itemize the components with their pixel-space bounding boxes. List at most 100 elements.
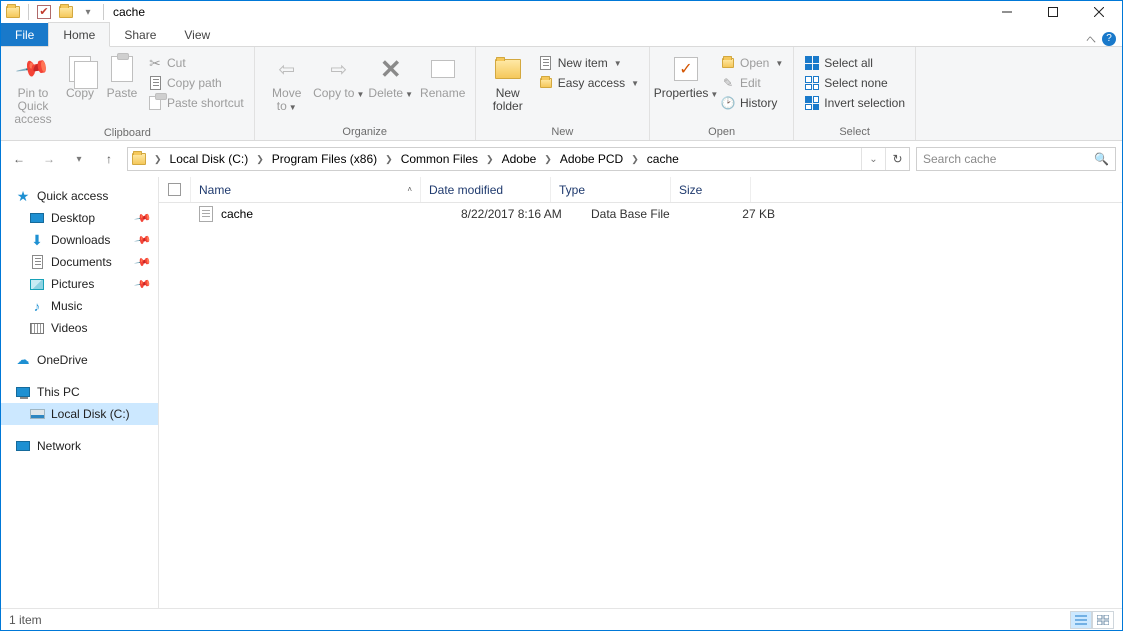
invert-selection-button[interactable]: Invert selection	[800, 93, 909, 113]
open-button[interactable]: Open▼	[716, 53, 787, 73]
qat-properties-icon[interactable]: ✔	[34, 2, 54, 22]
scissors-icon: ✂	[147, 55, 163, 71]
tab-share[interactable]: Share	[110, 23, 170, 46]
paste-icon	[111, 56, 133, 82]
documents-icon	[29, 254, 45, 270]
delete-button[interactable]: ✕ Delete▼	[365, 49, 417, 101]
column-type[interactable]: Type	[551, 177, 671, 202]
copy-to-button[interactable]: ⇨ Copy to▼	[313, 49, 365, 101]
edit-button[interactable]: ✎Edit	[716, 73, 787, 93]
breadcrumb-segment[interactable]: Program Files (x86)	[268, 148, 381, 170]
address-dropdown-button[interactable]: ⌄	[861, 148, 885, 170]
copy-path-icon	[147, 75, 163, 91]
chevron-right-icon[interactable]: ❯	[540, 154, 556, 165]
new-folder-button[interactable]: New folder	[482, 49, 534, 113]
tree-videos[interactable]: Videos	[1, 317, 158, 339]
folder-icon	[132, 153, 146, 165]
cut-button[interactable]: ✂Cut	[143, 53, 248, 73]
group-label-open: Open	[656, 125, 787, 140]
search-input[interactable]	[923, 152, 1094, 166]
column-date-modified[interactable]: Date modified	[421, 177, 551, 202]
breadcrumb-segment[interactable]: Adobe	[498, 148, 541, 170]
minimize-button[interactable]	[984, 1, 1030, 23]
paste-button[interactable]: Paste	[101, 49, 143, 100]
easy-access-button[interactable]: Easy access▼	[534, 73, 643, 93]
file-date: 8/22/2017 8:16 AM	[453, 207, 583, 221]
rename-button[interactable]: Rename	[417, 49, 469, 100]
qat-new-folder-icon[interactable]	[56, 2, 76, 22]
tab-view[interactable]: View	[170, 23, 224, 46]
chevron-right-icon[interactable]: ❯	[252, 154, 268, 165]
tab-file[interactable]: File	[1, 23, 48, 46]
up-button[interactable]: ↑	[97, 147, 121, 171]
pin-icon: 📌	[134, 253, 153, 272]
file-size: 27 KB	[703, 207, 783, 221]
tree-desktop[interactable]: Desktop📌	[1, 207, 158, 229]
ribbon: 📌 Pin to Quick access Copy Paste ✂Cut Co…	[1, 47, 1122, 141]
new-item-icon	[538, 55, 554, 71]
app-icon	[3, 2, 23, 22]
pin-to-quick-access-button[interactable]: 📌 Pin to Quick access	[7, 49, 59, 126]
file-icon	[199, 206, 213, 222]
chevron-right-icon[interactable]: ❯	[482, 154, 498, 165]
tree-music[interactable]: ♪Music	[1, 295, 158, 317]
tab-home[interactable]: Home	[48, 22, 110, 47]
easy-access-icon	[538, 75, 554, 91]
large-icons-view-button[interactable]	[1092, 611, 1114, 629]
tree-quick-access[interactable]: ★Quick access	[1, 185, 158, 207]
tree-downloads[interactable]: ⬇Downloads📌	[1, 229, 158, 251]
breadcrumb-segment[interactable]: Local Disk (C:)	[166, 148, 253, 170]
search-box[interactable]: 🔍	[916, 147, 1116, 171]
breadcrumb-segment[interactable]: cache	[643, 148, 683, 170]
forward-button[interactable]: →	[37, 147, 61, 171]
new-item-button[interactable]: New item▼	[534, 53, 643, 73]
tree-local-disk[interactable]: Local Disk (C:)	[1, 403, 158, 425]
file-list[interactable]: cache8/22/2017 8:16 AMData Base File27 K…	[159, 203, 1122, 225]
breadcrumb-segment[interactable]: Adobe PCD	[556, 148, 627, 170]
column-name[interactable]: Name˄	[191, 177, 421, 202]
qat-customize-dropdown[interactable]: ▾	[78, 2, 98, 22]
move-to-icon: ⇦	[278, 57, 295, 82]
history-button[interactable]: 🕑History	[716, 93, 787, 113]
sort-indicator-icon: ˄	[407, 185, 412, 194]
tree-network[interactable]: Network	[1, 435, 158, 457]
select-none-button[interactable]: Select none	[800, 73, 909, 93]
chevron-right-icon[interactable]: ❯	[150, 154, 166, 165]
collapse-ribbon-button[interactable]: へ	[1086, 31, 1096, 46]
copy-button[interactable]: Copy	[59, 49, 101, 100]
column-headers: Name˄ Date modified Type Size	[159, 177, 1122, 203]
open-icon	[720, 55, 736, 71]
tree-documents[interactable]: Documents📌	[1, 251, 158, 273]
file-row[interactable]: cache8/22/2017 8:16 AMData Base File27 K…	[159, 203, 1122, 225]
tree-this-pc[interactable]: This PC	[1, 381, 158, 403]
paste-shortcut-button[interactable]: Paste shortcut	[143, 93, 248, 113]
copy-path-button[interactable]: Copy path	[143, 73, 248, 93]
recent-locations-button[interactable]: ▾	[67, 147, 91, 171]
column-size[interactable]: Size	[671, 177, 751, 202]
videos-icon	[29, 320, 45, 336]
chevron-right-icon[interactable]: ❯	[381, 154, 397, 165]
close-button[interactable]	[1076, 1, 1122, 23]
maximize-button[interactable]	[1030, 1, 1076, 23]
refresh-button[interactable]: ↻	[885, 148, 909, 170]
ribbon-group-new: New folder New item▼ Easy access▼ New	[476, 47, 650, 140]
pictures-icon	[29, 276, 45, 292]
search-icon[interactable]: 🔍	[1094, 152, 1109, 166]
breadcrumb-segment[interactable]: Common Files	[397, 148, 482, 170]
tree-onedrive[interactable]: ☁OneDrive	[1, 349, 158, 371]
rename-icon	[431, 60, 455, 78]
column-checkbox[interactable]	[159, 177, 191, 202]
select-all-button[interactable]: Select all	[800, 53, 909, 73]
details-view-button[interactable]	[1070, 611, 1092, 629]
tree-pictures[interactable]: Pictures📌	[1, 273, 158, 295]
move-to-button[interactable]: ⇦ Move to▼	[261, 49, 313, 114]
chevron-right-icon[interactable]: ❯	[627, 154, 643, 165]
select-all-icon	[804, 55, 820, 71]
properties-button[interactable]: Properties▼	[656, 49, 716, 101]
delete-icon: ✕	[380, 54, 402, 85]
address-bar[interactable]: ❯ Local Disk (C:)❯Program Files (x86)❯Co…	[127, 147, 910, 171]
edit-icon: ✎	[720, 75, 736, 91]
navigation-pane[interactable]: ★Quick access Desktop📌 ⬇Downloads📌 Docum…	[1, 177, 159, 608]
help-button[interactable]: ?	[1102, 32, 1116, 46]
back-button[interactable]: ←	[7, 147, 31, 171]
